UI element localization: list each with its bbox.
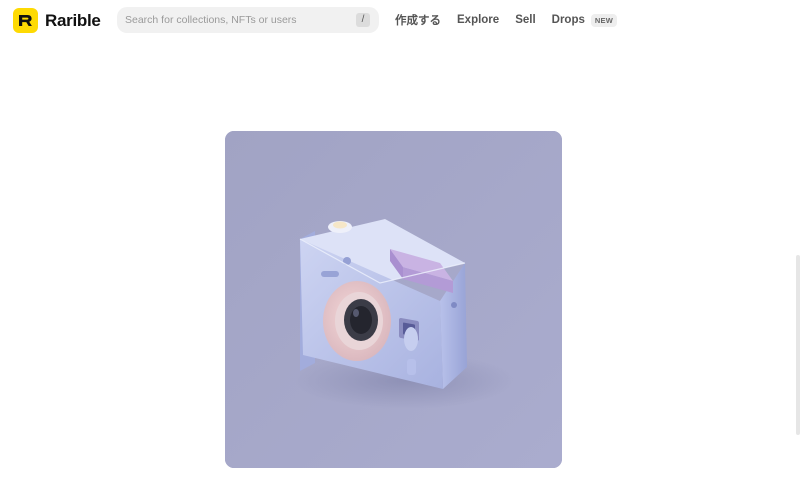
page-scrollbar[interactable] [796,255,800,435]
nav-create[interactable]: 作成する [395,12,441,28]
rarible-logo-link[interactable]: Rarible [13,8,101,33]
new-badge: NEW [590,13,617,27]
search-input[interactable] [125,7,355,33]
main-nav: 作成する Explore Sell Drops NEW [395,0,617,40]
rarible-logo-icon [13,8,38,33]
nav-explore[interactable]: Explore [457,14,499,26]
camera-illustration [225,131,562,468]
brand-name: Rarible [45,10,101,30]
top-navigation-bar: Rarible / 作成する Explore Sell Drops NEW [0,0,800,40]
nav-sell[interactable]: Sell [515,14,535,26]
search-shortcut-key: / [356,13,370,27]
nft-artwork-image[interactable] [225,131,562,468]
search-bar[interactable]: / [117,7,379,33]
nav-drops[interactable]: Drops [552,14,585,26]
